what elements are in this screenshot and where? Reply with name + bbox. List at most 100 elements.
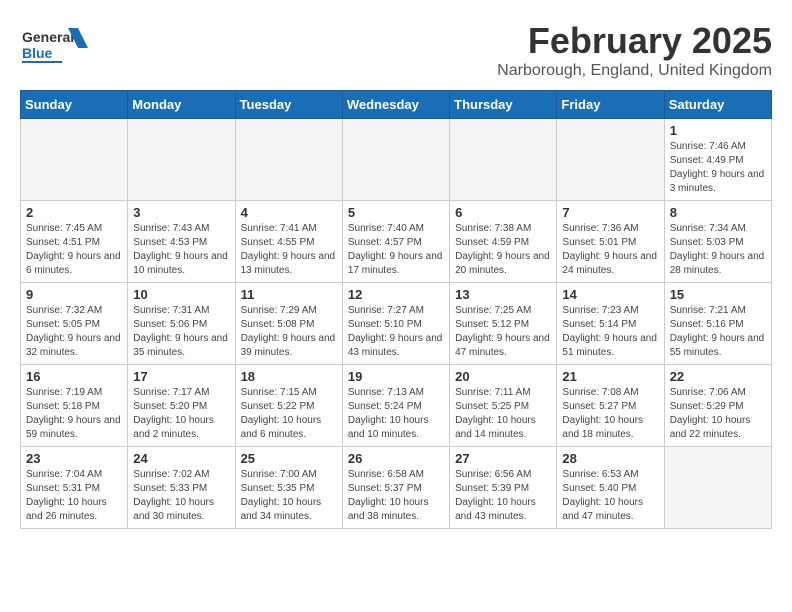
header-monday: Monday: [128, 91, 235, 119]
svg-text:General: General: [22, 29, 74, 45]
day-number: 19: [348, 369, 444, 384]
calendar-day-cell: [557, 119, 664, 201]
day-number: 2: [26, 205, 122, 220]
day-info: Sunrise: 7:13 AM Sunset: 5:24 PM Dayligh…: [348, 386, 444, 442]
calendar-day-cell: [235, 119, 342, 201]
page-subtitle: Narborough, England, United Kingdom: [497, 62, 772, 80]
day-number: 18: [241, 369, 337, 384]
header-saturday: Saturday: [664, 91, 771, 119]
calendar-week-row: 1 Sunrise: 7:46 AM Sunset: 4:49 PM Daylig…: [21, 119, 772, 201]
calendar-header-row: Sunday Monday Tuesday Wednesday Thursday…: [21, 91, 772, 119]
header-sunday: Sunday: [21, 91, 128, 119]
day-number: 26: [348, 451, 444, 466]
day-info: Sunrise: 7:46 AM Sunset: 4:49 PM Dayligh…: [670, 140, 766, 196]
svg-text:Blue: Blue: [22, 45, 53, 61]
day-number: 22: [670, 369, 766, 384]
day-info: Sunrise: 7:32 AM Sunset: 5:05 PM Dayligh…: [26, 304, 122, 360]
calendar-day-cell: [664, 447, 771, 529]
calendar-day-cell: [128, 119, 235, 201]
day-info: Sunrise: 7:29 AM Sunset: 5:08 PM Dayligh…: [241, 304, 337, 360]
calendar-day-cell: 8 Sunrise: 7:34 AM Sunset: 5:03 PM Daylig…: [664, 201, 771, 283]
day-info: Sunrise: 7:02 AM Sunset: 5:33 PM Dayligh…: [133, 468, 229, 524]
calendar-day-cell: 14 Sunrise: 7:23 AM Sunset: 5:14 PM Dayli…: [557, 283, 664, 365]
header-wednesday: Wednesday: [342, 91, 449, 119]
day-number: 4: [241, 205, 337, 220]
calendar-week-row: 9 Sunrise: 7:32 AM Sunset: 5:05 PM Daylig…: [21, 283, 772, 365]
day-number: 21: [562, 369, 658, 384]
day-number: 27: [455, 451, 551, 466]
day-info: Sunrise: 6:56 AM Sunset: 5:39 PM Dayligh…: [455, 468, 551, 524]
day-info: Sunrise: 7:04 AM Sunset: 5:31 PM Dayligh…: [26, 468, 122, 524]
page-header: General Blue February 2025 Narborough, E…: [20, 20, 772, 80]
page-title: February 2025: [497, 20, 772, 62]
calendar-day-cell: 23 Sunrise: 7:04 AM Sunset: 5:31 PM Dayli…: [21, 447, 128, 529]
day-number: 14: [562, 287, 658, 302]
calendar-day-cell: 17 Sunrise: 7:17 AM Sunset: 5:20 PM Dayli…: [128, 365, 235, 447]
calendar-day-cell: [450, 119, 557, 201]
day-info: Sunrise: 7:40 AM Sunset: 4:57 PM Dayligh…: [348, 222, 444, 278]
day-number: 15: [670, 287, 766, 302]
day-number: 16: [26, 369, 122, 384]
day-info: Sunrise: 7:25 AM Sunset: 5:12 PM Dayligh…: [455, 304, 551, 360]
calendar-day-cell: 3 Sunrise: 7:43 AM Sunset: 4:53 PM Daylig…: [128, 201, 235, 283]
calendar-day-cell: 20 Sunrise: 7:11 AM Sunset: 5:25 PM Dayli…: [450, 365, 557, 447]
day-number: 25: [241, 451, 337, 466]
calendar-day-cell: 1 Sunrise: 7:46 AM Sunset: 4:49 PM Daylig…: [664, 119, 771, 201]
header-tuesday: Tuesday: [235, 91, 342, 119]
calendar-day-cell: 12 Sunrise: 7:27 AM Sunset: 5:10 PM Dayli…: [342, 283, 449, 365]
calendar-day-cell: 13 Sunrise: 7:25 AM Sunset: 5:12 PM Dayli…: [450, 283, 557, 365]
day-info: Sunrise: 7:11 AM Sunset: 5:25 PM Dayligh…: [455, 386, 551, 442]
day-number: 28: [562, 451, 658, 466]
calendar-day-cell: 16Sunrise: 7:19 AM Sunset: 5:18 PM Dayli…: [21, 365, 128, 447]
calendar-day-cell: 2 Sunrise: 7:45 AM Sunset: 4:51 PM Daylig…: [21, 201, 128, 283]
day-info: Sunrise: 7:31 AM Sunset: 5:06 PM Dayligh…: [133, 304, 229, 360]
day-info: Sunrise: 7:34 AM Sunset: 5:03 PM Dayligh…: [670, 222, 766, 278]
calendar-day-cell: 25Sunrise: 7:00 AM Sunset: 5:35 PM Dayli…: [235, 447, 342, 529]
day-number: 9: [26, 287, 122, 302]
day-number: 11: [241, 287, 337, 302]
day-number: 12: [348, 287, 444, 302]
day-number: 20: [455, 369, 551, 384]
calendar-day-cell: 21 Sunrise: 7:08 AM Sunset: 5:27 PM Dayli…: [557, 365, 664, 447]
calendar-table: Sunday Monday Tuesday Wednesday Thursday…: [20, 90, 772, 529]
calendar-day-cell: 28 Sunrise: 6:53 AM Sunset: 5:40 PM Dayli…: [557, 447, 664, 529]
calendar-day-cell: 26Sunrise: 6:58 AM Sunset: 5:37 PM Dayli…: [342, 447, 449, 529]
day-info: Sunrise: 7:17 AM Sunset: 5:20 PM Dayligh…: [133, 386, 229, 442]
day-number: 1: [670, 123, 766, 138]
day-info: Sunrise: 7:23 AM Sunset: 5:14 PM Dayligh…: [562, 304, 658, 360]
calendar-day-cell: 7Sunrise: 7:36 AM Sunset: 5:01 PM Daylig…: [557, 201, 664, 283]
day-info: Sunrise: 7:41 AM Sunset: 4:55 PM Dayligh…: [241, 222, 337, 278]
logo-svg: General Blue: [20, 20, 90, 70]
calendar-day-cell: 27 Sunrise: 6:56 AM Sunset: 5:39 PM Dayli…: [450, 447, 557, 529]
day-number: 6: [455, 205, 551, 220]
day-number: 13: [455, 287, 551, 302]
day-number: 7: [562, 205, 658, 220]
calendar-day-cell: 6Sunrise: 7:38 AM Sunset: 4:59 PM Daylig…: [450, 201, 557, 283]
day-number: 3: [133, 205, 229, 220]
calendar-day-cell: 15 Sunrise: 7:21 AM Sunset: 5:16 PM Dayli…: [664, 283, 771, 365]
day-number: 5: [348, 205, 444, 220]
day-info: Sunrise: 7:43 AM Sunset: 4:53 PM Dayligh…: [133, 222, 229, 278]
calendar-day-cell: 22 Sunrise: 7:06 AM Sunset: 5:29 PM Dayli…: [664, 365, 771, 447]
day-info: Sunrise: 7:06 AM Sunset: 5:29 PM Dayligh…: [670, 386, 766, 442]
calendar-week-row: 16Sunrise: 7:19 AM Sunset: 5:18 PM Dayli…: [21, 365, 772, 447]
header-thursday: Thursday: [450, 91, 557, 119]
day-info: Sunrise: 6:53 AM Sunset: 5:40 PM Dayligh…: [562, 468, 658, 524]
day-number: 17: [133, 369, 229, 384]
header-friday: Friday: [557, 91, 664, 119]
calendar-day-cell: 18Sunrise: 7:15 AM Sunset: 5:22 PM Dayli…: [235, 365, 342, 447]
day-number: 23: [26, 451, 122, 466]
day-info: Sunrise: 7:45 AM Sunset: 4:51 PM Dayligh…: [26, 222, 122, 278]
title-area: February 2025 Narborough, England, Unite…: [497, 20, 772, 80]
day-number: 8: [670, 205, 766, 220]
calendar-week-row: 23 Sunrise: 7:04 AM Sunset: 5:31 PM Dayli…: [21, 447, 772, 529]
calendar-day-cell: 4 Sunrise: 7:41 AM Sunset: 4:55 PM Daylig…: [235, 201, 342, 283]
calendar-day-cell: 19 Sunrise: 7:13 AM Sunset: 5:24 PM Dayli…: [342, 365, 449, 447]
day-info: Sunrise: 7:21 AM Sunset: 5:16 PM Dayligh…: [670, 304, 766, 360]
calendar-day-cell: 24Sunrise: 7:02 AM Sunset: 5:33 PM Dayli…: [128, 447, 235, 529]
day-info: Sunrise: 7:08 AM Sunset: 5:27 PM Dayligh…: [562, 386, 658, 442]
calendar-day-cell: 9 Sunrise: 7:32 AM Sunset: 5:05 PM Daylig…: [21, 283, 128, 365]
logo: General Blue: [20, 20, 90, 70]
calendar-day-cell: 11 Sunrise: 7:29 AM Sunset: 5:08 PM Dayli…: [235, 283, 342, 365]
day-info: Sunrise: 7:27 AM Sunset: 5:10 PM Dayligh…: [348, 304, 444, 360]
